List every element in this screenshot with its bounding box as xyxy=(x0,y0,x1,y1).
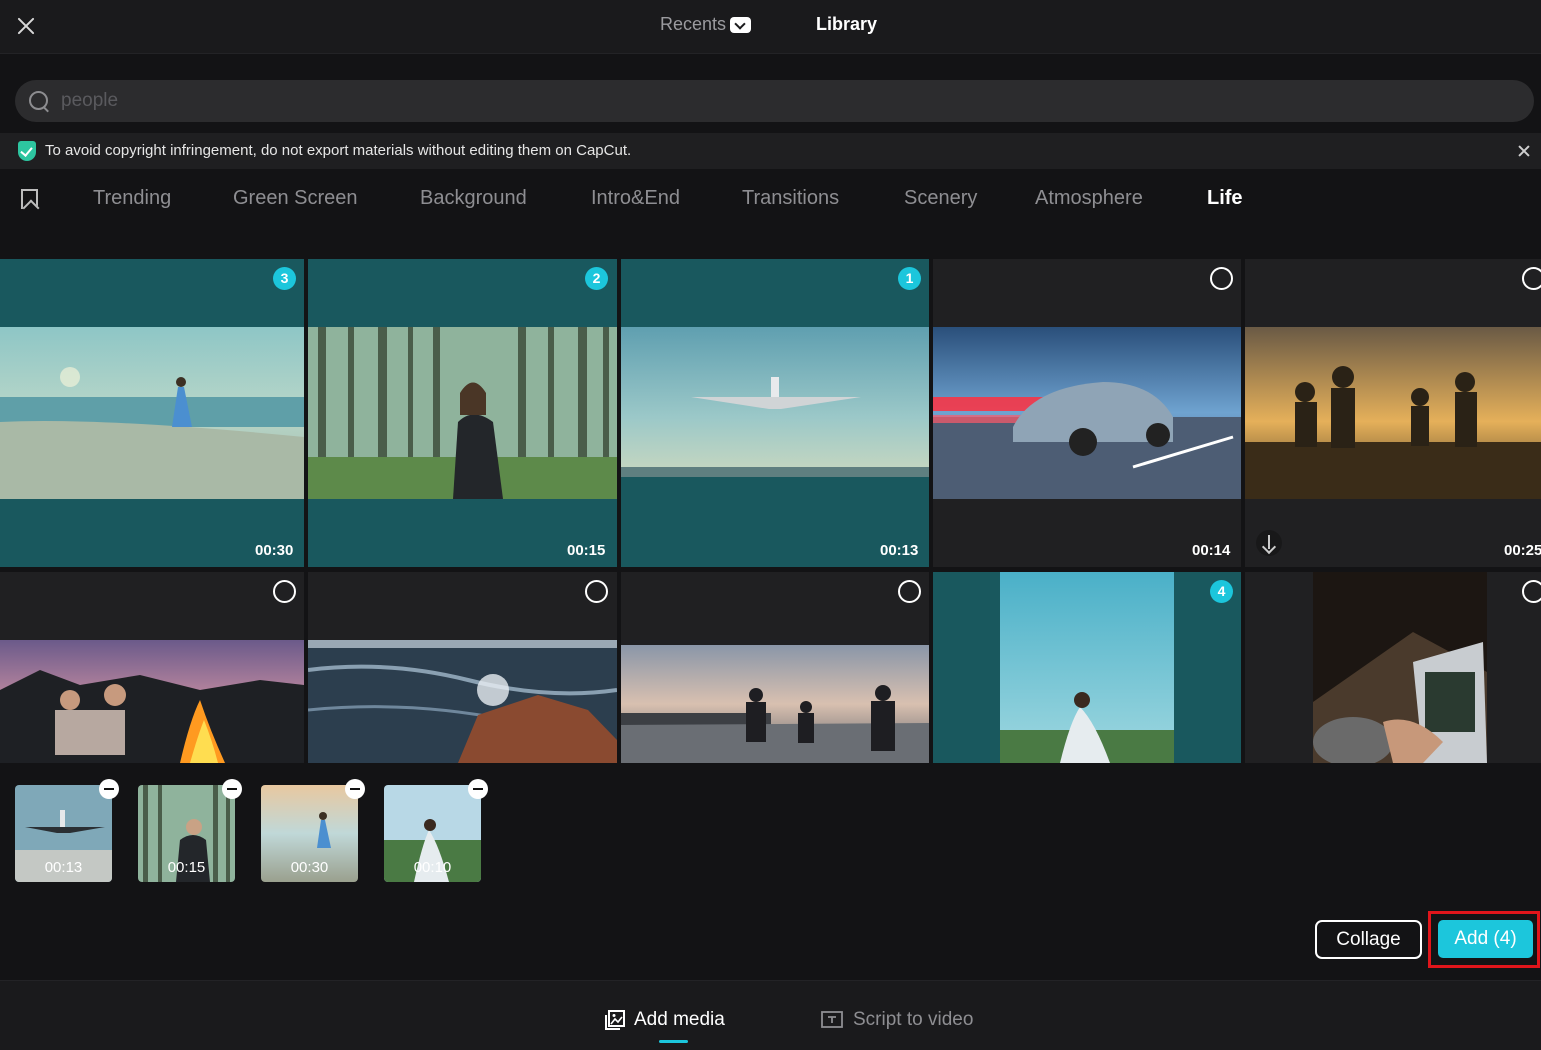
media-tile-laptop[interactable] xyxy=(1245,572,1541,763)
download-icon[interactable] xyxy=(1256,530,1282,556)
search-icon xyxy=(29,91,49,111)
bottom-bar: Add media Script to video xyxy=(0,980,1541,1050)
selected-item[interactable]: 00:15 xyxy=(138,785,235,882)
tab-script-to-video[interactable]: Script to video xyxy=(821,1009,973,1031)
category-transitions[interactable]: Transitions xyxy=(742,187,839,210)
video-thumbnail xyxy=(0,640,304,763)
video-thumbnail xyxy=(308,640,617,763)
media-picker: Recents Library To avoid copyright infri… xyxy=(0,0,1541,1050)
video-thumbnail xyxy=(308,327,617,499)
duration-label: 00:14 xyxy=(1192,542,1231,559)
category-trending[interactable]: Trending xyxy=(93,187,171,210)
video-thumbnail xyxy=(933,327,1241,499)
selected-item[interactable]: 00:30 xyxy=(261,785,358,882)
copyright-notice: To avoid copyright infringement, do not … xyxy=(0,133,1541,169)
tab-library[interactable]: Library xyxy=(816,14,877,35)
selected-duration: 00:30 xyxy=(290,859,329,876)
collage-button[interactable]: Collage xyxy=(1315,920,1422,959)
category-green-screen[interactable]: Green Screen xyxy=(233,187,358,210)
tab-add-media-label: Add media xyxy=(634,1009,725,1030)
media-tile-airplane[interactable]: 1 00:13 xyxy=(621,259,929,567)
selected-media-strip: 00:13 00:15 00:30 00:10 xyxy=(0,763,1541,980)
selection-number-badge: 2 xyxy=(585,267,608,290)
select-circle[interactable] xyxy=(1522,267,1541,290)
tab-recents[interactable]: Recents xyxy=(660,14,752,35)
media-tile-woman-white-dress[interactable]: 4 xyxy=(933,572,1241,763)
category-scenery[interactable]: Scenery xyxy=(904,187,977,210)
top-bar: Recents Library xyxy=(0,0,1541,54)
category-background[interactable]: Background xyxy=(420,187,527,210)
remove-icon[interactable] xyxy=(99,779,119,799)
category-intro-end[interactable]: Intro&End xyxy=(591,187,680,210)
media-tile-ocean-rocks[interactable] xyxy=(308,572,617,763)
selection-number-badge: 1 xyxy=(898,267,921,290)
notice-text: To avoid copyright infringement, do not … xyxy=(45,142,632,159)
search-input[interactable] xyxy=(61,80,1461,122)
tab-recents-label: Recents xyxy=(660,14,727,34)
duration-label: 00:13 xyxy=(880,542,919,559)
selected-item[interactable]: 00:13 xyxy=(15,785,112,882)
selected-duration: 00:10 xyxy=(413,859,452,876)
active-tab-indicator xyxy=(659,1040,688,1043)
video-thumbnail xyxy=(1245,327,1541,499)
add-media-icon xyxy=(605,1010,625,1030)
duration-label: 00:30 xyxy=(255,542,294,559)
video-thumbnail xyxy=(1313,572,1487,763)
remove-icon[interactable] xyxy=(468,779,488,799)
tab-add-media[interactable]: Add media xyxy=(604,1009,725,1031)
selection-number-badge: 4 xyxy=(1210,580,1233,603)
selection-number-badge: 3 xyxy=(273,267,296,290)
duration-label: 00:25 xyxy=(1504,542,1541,559)
select-circle[interactable] xyxy=(273,580,296,603)
select-circle[interactable] xyxy=(1522,580,1541,603)
remove-icon[interactable] xyxy=(345,779,365,799)
media-tile-car[interactable]: 00:14 xyxy=(933,259,1241,567)
close-icon[interactable] xyxy=(12,12,40,40)
search-bar xyxy=(15,80,1534,122)
category-atmosphere[interactable]: Atmosphere xyxy=(1035,187,1143,210)
media-tile-campfire-couple[interactable] xyxy=(0,572,304,763)
media-tile-forest-woman[interactable]: 2 00:15 xyxy=(308,259,617,567)
media-tile-beach-woman[interactable]: 3 00:30 xyxy=(0,259,304,567)
tab-script-to-video-label: Script to video xyxy=(853,1009,974,1030)
bookmark-icon[interactable] xyxy=(21,189,38,209)
remove-icon[interactable] xyxy=(222,779,242,799)
video-thumbnail xyxy=(1000,572,1174,763)
video-thumbnail xyxy=(621,645,929,763)
selected-duration: 00:15 xyxy=(167,859,206,876)
duration-label: 00:15 xyxy=(567,542,606,559)
select-circle[interactable] xyxy=(1210,267,1233,290)
category-life[interactable]: Life xyxy=(1207,187,1243,210)
selected-item[interactable]: 00:10 xyxy=(384,785,481,882)
selected-duration: 00:13 xyxy=(44,859,83,876)
video-thumbnail xyxy=(0,327,304,499)
chevron-down-icon xyxy=(730,16,752,33)
video-thumbnail xyxy=(621,327,929,477)
add-button[interactable]: Add (4) xyxy=(1438,920,1533,958)
media-tile-motorcycles[interactable] xyxy=(621,572,929,763)
notice-close-icon[interactable] xyxy=(1515,142,1533,160)
shield-check-icon xyxy=(18,141,36,161)
script-to-video-icon xyxy=(821,1011,843,1028)
media-tile-family-sunset[interactable]: 00:25 xyxy=(1245,259,1541,567)
select-circle[interactable] xyxy=(585,580,608,603)
select-circle[interactable] xyxy=(898,580,921,603)
